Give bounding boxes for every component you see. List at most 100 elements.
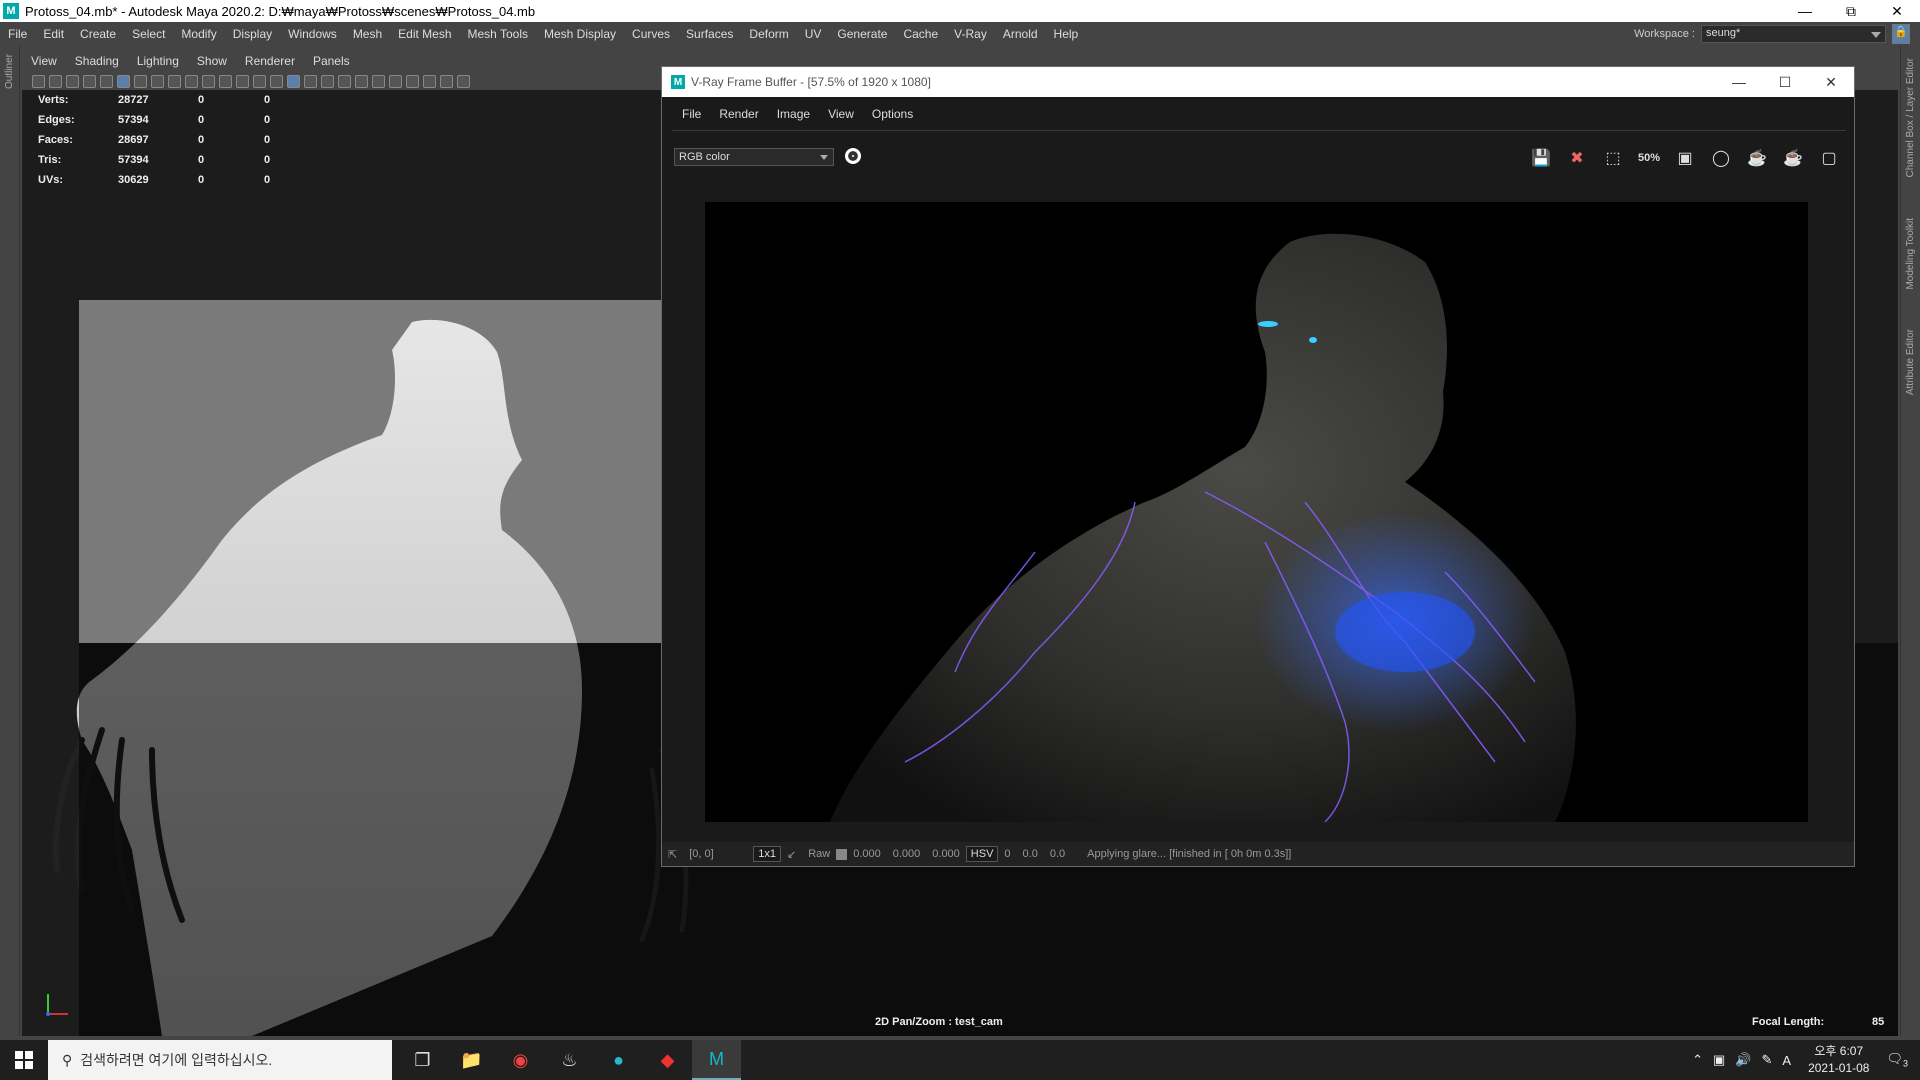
default-material-icon[interactable] [304,74,317,88]
xray-icon[interactable] [338,74,351,88]
windows-start-icon[interactable] [0,1040,48,1080]
safe-action-icon[interactable] [236,74,249,88]
menu-help[interactable]: Help [1046,27,1087,41]
menu-edit[interactable]: Edit [35,27,72,41]
color-correction-icon[interactable] [845,148,861,164]
vfb-menu-options[interactable]: Options [862,107,921,121]
menu-file[interactable]: File [0,27,35,41]
2d-pan-zoom-icon[interactable] [117,74,130,88]
minimize-icon[interactable]: — [1782,0,1828,22]
file-explorer-icon[interactable]: 📁 [447,1040,496,1080]
pick-color-icon[interactable]: ↙ [781,848,802,861]
substance-painter-icon[interactable]: ◆ [643,1040,692,1080]
maximize-icon[interactable]: ☐ [1762,74,1808,91]
whale-browser-icon[interactable]: ● [594,1040,643,1080]
panel-menu-panels[interactable]: Panels [304,54,359,68]
ambient-occlusion-icon[interactable] [389,74,402,88]
network-icon[interactable]: ▣ [1708,1052,1730,1068]
field-chart-icon[interactable] [219,74,232,88]
image-plane-icon[interactable] [100,74,113,88]
depth-of-field-icon[interactable] [440,74,453,88]
minimize-icon[interactable]: — [1716,74,1762,90]
lights-icon[interactable] [355,74,368,88]
film-gate-icon[interactable] [168,74,181,88]
panel-menu-view[interactable]: View [22,54,66,68]
menu-edit-mesh[interactable]: Edit Mesh [390,27,459,41]
menu-mesh-display[interactable]: Mesh Display [536,27,624,41]
wireframe-on-shaded-icon[interactable] [321,74,334,88]
menu-vray[interactable]: V-Ray [946,27,995,41]
lock-icon[interactable]: 🔒 [1892,24,1910,44]
gate-mask-icon[interactable] [202,74,215,88]
menu-create[interactable]: Create [72,27,124,41]
attribute-editor-tab[interactable]: Attribute Editor [1905,329,1916,395]
grid-icon[interactable] [151,74,164,88]
shadows-icon[interactable] [372,74,385,88]
sample-size-dropdown[interactable]: 1x1 [753,846,781,862]
notifications-icon[interactable]: 🗨3 [1881,1051,1920,1069]
isolate-select-icon[interactable] [457,74,470,88]
render-image[interactable] [705,202,1808,822]
menu-windows[interactable]: Windows [280,27,345,41]
render-last-icon[interactable]: ▢ [1814,145,1844,171]
chrome-icon[interactable]: ◉ [496,1040,545,1080]
panel-menu-renderer[interactable]: Renderer [236,54,304,68]
camera-attributes-icon[interactable] [66,74,79,88]
maya-taskbar-icon[interactable]: M [692,1040,741,1080]
taskbar-search-box[interactable]: ⚲ 검색하려면 여기에 입력하십시오. [48,1040,392,1080]
antialiasing-icon[interactable] [423,74,436,88]
input-language[interactable]: A [1777,1053,1796,1068]
menu-mesh-tools[interactable]: Mesh Tools [460,27,536,41]
render-icon[interactable]: ☕ [1742,145,1772,171]
modeling-toolkit-tab[interactable]: Modeling Toolkit [1905,218,1916,290]
vfb-menu-file[interactable]: File [672,107,709,121]
close-icon[interactable]: ✕ [1808,74,1854,91]
pen-icon[interactable]: ✎ [1757,1052,1778,1068]
region-render-icon[interactable]: ▣ [1670,145,1700,171]
menu-surfaces[interactable]: Surfaces [678,27,741,41]
track-mouse-icon[interactable]: ⬚ [1598,145,1628,171]
menu-curves[interactable]: Curves [624,27,678,41]
menu-deform[interactable]: Deform [741,27,796,41]
panel-menu-show[interactable]: Show [188,54,236,68]
menu-mesh[interactable]: Mesh [345,27,390,41]
color-mode-dropdown[interactable]: HSV [965,846,999,862]
channel-dropdown[interactable]: RGB color [674,148,834,166]
select-camera-icon[interactable] [32,74,45,88]
safe-title-icon[interactable] [253,74,266,88]
vfb-menu-render[interactable]: Render [709,107,766,121]
close-icon[interactable]: ✕ [1874,0,1920,22]
menu-uv[interactable]: UV [797,27,830,41]
menu-cache[interactable]: Cache [895,27,946,41]
channel-box-tab[interactable]: Channel Box / Layer Editor [1905,58,1916,178]
zoom-50-icon[interactable]: 50% [1634,145,1664,171]
lock-camera-icon[interactable] [49,74,62,88]
vfb-menu-image[interactable]: Image [767,107,818,121]
menu-select[interactable]: Select [124,27,173,41]
menu-modify[interactable]: Modify [173,27,224,41]
workspace-dropdown[interactable]: seung* [1701,25,1886,43]
taskbar-clock[interactable]: 오후 6:07 2021-01-08 [1796,1043,1881,1077]
save-image-icon[interactable]: 💾 [1526,145,1556,171]
panel-menu-shading[interactable]: Shading [66,54,128,68]
menu-generate[interactable]: Generate [829,27,895,41]
chevron-up-icon[interactable]: ⌃ [1687,1052,1708,1068]
mudbox-icon[interactable]: ♨ [545,1040,594,1080]
pixel-info-icon[interactable]: ⇱ [662,848,683,861]
panel-menu-lighting[interactable]: Lighting [128,54,188,68]
clear-image-icon[interactable]: ✖ [1562,145,1592,171]
restore-icon[interactable]: ⧉ [1828,0,1874,22]
stop-render-icon[interactable]: ◯ [1706,145,1736,171]
menu-arnold[interactable]: Arnold [995,27,1046,41]
menu-display[interactable]: Display [225,27,280,41]
interactive-render-icon[interactable]: ☕ [1778,145,1808,171]
volume-icon[interactable]: 🔊 [1730,1052,1756,1068]
wireframe-icon[interactable] [270,74,283,88]
smooth-shade-icon[interactable] [287,74,300,88]
bookmark-icon[interactable] [83,74,96,88]
motion-blur-icon[interactable] [406,74,419,88]
grease-pencil-icon[interactable] [134,74,147,88]
outliner-tab[interactable]: Outliner [4,54,15,89]
vfb-menu-view[interactable]: View [818,107,862,121]
task-view-icon[interactable]: ❐ [398,1040,447,1080]
